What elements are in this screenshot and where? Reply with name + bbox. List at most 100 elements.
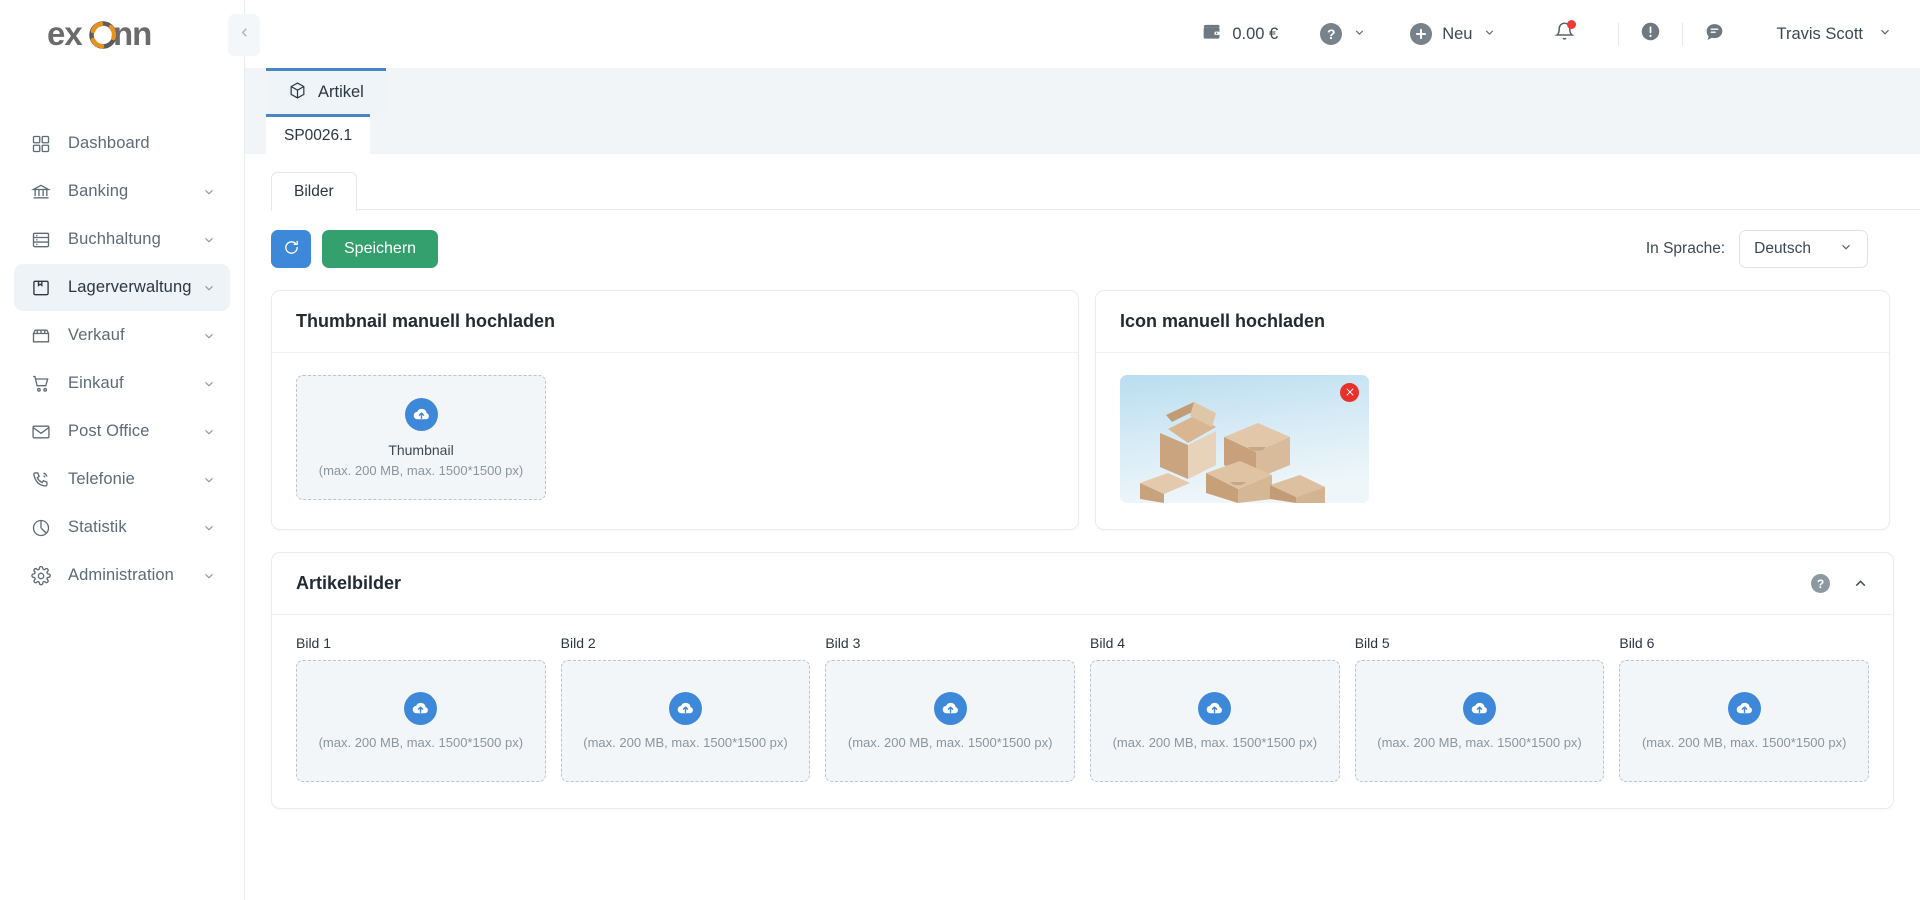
cloud-upload-icon bbox=[669, 692, 702, 725]
messages-button[interactable] bbox=[1704, 21, 1725, 47]
wallet-balance[interactable]: 0.00 € bbox=[1202, 24, 1278, 45]
icon-card: Icon manuell hochladen bbox=[1095, 290, 1890, 530]
phone-icon bbox=[28, 467, 53, 492]
thumbnail-card: Thumbnail manuell hochladen Thumbnail (m… bbox=[271, 290, 1079, 530]
help-menu[interactable]: ? bbox=[1320, 23, 1366, 45]
sidebar-item-statistik[interactable]: Statistik bbox=[14, 504, 230, 551]
action-bar: Speichern In Sprache: Deutsch bbox=[245, 210, 1920, 268]
chevron-down-icon bbox=[1483, 25, 1496, 44]
tab-bilder[interactable]: Bilder bbox=[271, 172, 357, 211]
new-menu[interactable]: Neu bbox=[1410, 23, 1495, 45]
sidebar-item-label: Post Office bbox=[68, 422, 150, 440]
upload-cards-row: Thumbnail manuell hochladen Thumbnail (m… bbox=[245, 268, 1920, 530]
delete-icon-button[interactable] bbox=[1340, 383, 1359, 402]
sidebar-item-label: Banking bbox=[68, 182, 129, 200]
sidebar-item-einkauf[interactable]: Einkauf bbox=[14, 360, 230, 407]
image-slot-label: Bild 2 bbox=[560, 635, 596, 651]
sidebar-item-administration[interactable]: Administration bbox=[14, 552, 230, 599]
sidebar-item-label: Verkauf bbox=[68, 326, 125, 344]
image-dropzone[interactable]: (max. 200 MB, max. 1500*1500 px) bbox=[825, 660, 1076, 782]
chevron-down-icon bbox=[202, 281, 216, 295]
sidebar-item-buchhaltung[interactable]: Buchhaltung bbox=[14, 216, 230, 263]
chevron-up-icon[interactable] bbox=[1852, 575, 1869, 592]
section-tools: ? bbox=[1811, 574, 1869, 593]
chevron-down-icon bbox=[1839, 240, 1853, 259]
chevron-down-icon bbox=[202, 185, 216, 199]
sidebar-item-lagerverwaltung[interactable]: Lagerverwaltung bbox=[14, 264, 230, 311]
image-slot-label: Bild 6 bbox=[1619, 635, 1655, 651]
chevron-down-icon bbox=[202, 377, 216, 391]
main-tab-rail: Artikel bbox=[245, 68, 1920, 114]
inner-tab-label: Bilder bbox=[294, 183, 334, 200]
tab-record-sp0026-1[interactable]: SP0026.1 bbox=[266, 114, 371, 154]
language-select[interactable]: Deutsch bbox=[1739, 230, 1868, 268]
sidebar-item-telefonie[interactable]: Telefonie bbox=[14, 456, 230, 503]
sidebar-item-label: Statistik bbox=[68, 518, 127, 536]
sidebar-item-verkauf[interactable]: Verkauf bbox=[14, 312, 230, 359]
image-dropzone-hint: (max. 200 MB, max. 1500*1500 px) bbox=[583, 735, 788, 750]
image-dropzone-hint: (max. 200 MB, max. 1500*1500 px) bbox=[318, 735, 524, 750]
inner-tab-bar: Bilder bbox=[245, 154, 1920, 211]
icon-card-body bbox=[1096, 353, 1889, 529]
image-dropzone-hint: (max. 200 MB, max. 1500*1500 px) bbox=[1377, 735, 1582, 750]
content-panel: Bilder Speichern In Sprache: Deutsch Thu… bbox=[245, 154, 1920, 874]
chevron-down-icon bbox=[1878, 25, 1892, 44]
save-button[interactable]: Speichern bbox=[322, 230, 439, 268]
image-slot: Bild 3 (max. 200 MB, max. 1500*1500 px) bbox=[825, 635, 1076, 782]
chevron-down-icon bbox=[202, 569, 216, 583]
icon-preview[interactable] bbox=[1120, 375, 1369, 503]
image-dropzone-hint: (max. 200 MB, max. 1500*1500 px) bbox=[1641, 735, 1847, 750]
grid-icon bbox=[28, 131, 53, 156]
image-dropzone[interactable]: (max. 200 MB, max. 1500*1500 px) bbox=[1619, 660, 1870, 782]
image-slot-label: Bild 5 bbox=[1354, 635, 1390, 651]
cloud-upload-icon bbox=[1727, 692, 1761, 725]
notifications-button[interactable] bbox=[1553, 20, 1576, 47]
ledger-icon bbox=[28, 227, 53, 252]
image-dropzone[interactable]: (max. 200 MB, max. 1500*1500 px) bbox=[560, 660, 811, 782]
content-bottom-spacer bbox=[245, 874, 1920, 900]
record-tab-label: SP0026.1 bbox=[284, 126, 353, 144]
user-name: Travis Scott bbox=[1776, 24, 1864, 43]
sidebar-item-label: Einkauf bbox=[68, 374, 124, 392]
sidebar-collapse-button[interactable] bbox=[228, 14, 260, 56]
language-switcher: In Sprache: Deutsch bbox=[1646, 230, 1894, 268]
exonn-swirl-logo-icon: ex nn bbox=[47, 15, 197, 55]
image-slot-label: Bild 4 bbox=[1090, 635, 1126, 651]
chevron-down-icon bbox=[202, 233, 216, 247]
app-root: ex nn Dashboard Banking Buchhaltung Lage… bbox=[0, 0, 1920, 900]
refresh-button[interactable] bbox=[271, 230, 311, 268]
sidebar-item-dashboard[interactable]: Dashboard bbox=[14, 120, 230, 167]
refresh-icon bbox=[283, 239, 300, 259]
section-title: Artikelbilder bbox=[296, 573, 402, 593]
image-dropzone[interactable]: (max. 200 MB, max. 1500*1500 px) bbox=[1090, 660, 1340, 782]
thumbnail-card-body: Thumbnail (max. 200 MB, max. 1500*1500 p… bbox=[272, 353, 1078, 526]
image-dropzone[interactable]: (max. 200 MB, max. 1500*1500 px) bbox=[1354, 660, 1605, 782]
divider bbox=[1617, 23, 1619, 45]
thumbnail-dropzone-hint: (max. 200 MB, max. 1500*1500 px) bbox=[318, 462, 524, 478]
thumbnail-dropzone-title: Thumbnail bbox=[388, 441, 454, 458]
chat-bubble-icon bbox=[1704, 21, 1725, 47]
bank-icon bbox=[28, 179, 53, 204]
brand-logo[interactable]: ex nn bbox=[0, 0, 244, 70]
main-area: 0.00 € ? Neu Travis Scott Artikel SP0026… bbox=[245, 0, 1920, 900]
thumbnail-dropzone[interactable]: Thumbnail (max. 200 MB, max. 1500*1500 p… bbox=[296, 375, 546, 500]
tab-artikel[interactable]: Artikel bbox=[266, 68, 386, 114]
image-slot-label: Bild 3 bbox=[825, 635, 861, 651]
plus-circle-icon bbox=[1410, 23, 1433, 45]
sidebar-item-label: Administration bbox=[68, 566, 174, 584]
cart-icon bbox=[28, 371, 53, 396]
notification-badge bbox=[1566, 20, 1576, 29]
cube-icon bbox=[288, 81, 307, 105]
question-circle-icon[interactable]: ? bbox=[1811, 574, 1830, 593]
thumbnail-card-title: Thumbnail manuell hochladen bbox=[272, 291, 1078, 353]
record-tab-rail: SP0026.1 bbox=[245, 114, 1920, 154]
sidebar-item-label: Dashboard bbox=[68, 134, 150, 152]
image-slot-label: Bild 1 bbox=[296, 635, 332, 651]
user-menu[interactable]: Travis Scott bbox=[1777, 25, 1893, 44]
alerts-button[interactable] bbox=[1640, 21, 1661, 47]
wallet-icon bbox=[1202, 24, 1222, 45]
envelope-icon bbox=[28, 419, 53, 444]
image-dropzone[interactable]: (max. 200 MB, max. 1500*1500 px) bbox=[296, 660, 546, 782]
sidebar-item-post-office[interactable]: Post Office bbox=[14, 408, 230, 455]
sidebar-item-banking[interactable]: Banking bbox=[14, 168, 230, 215]
